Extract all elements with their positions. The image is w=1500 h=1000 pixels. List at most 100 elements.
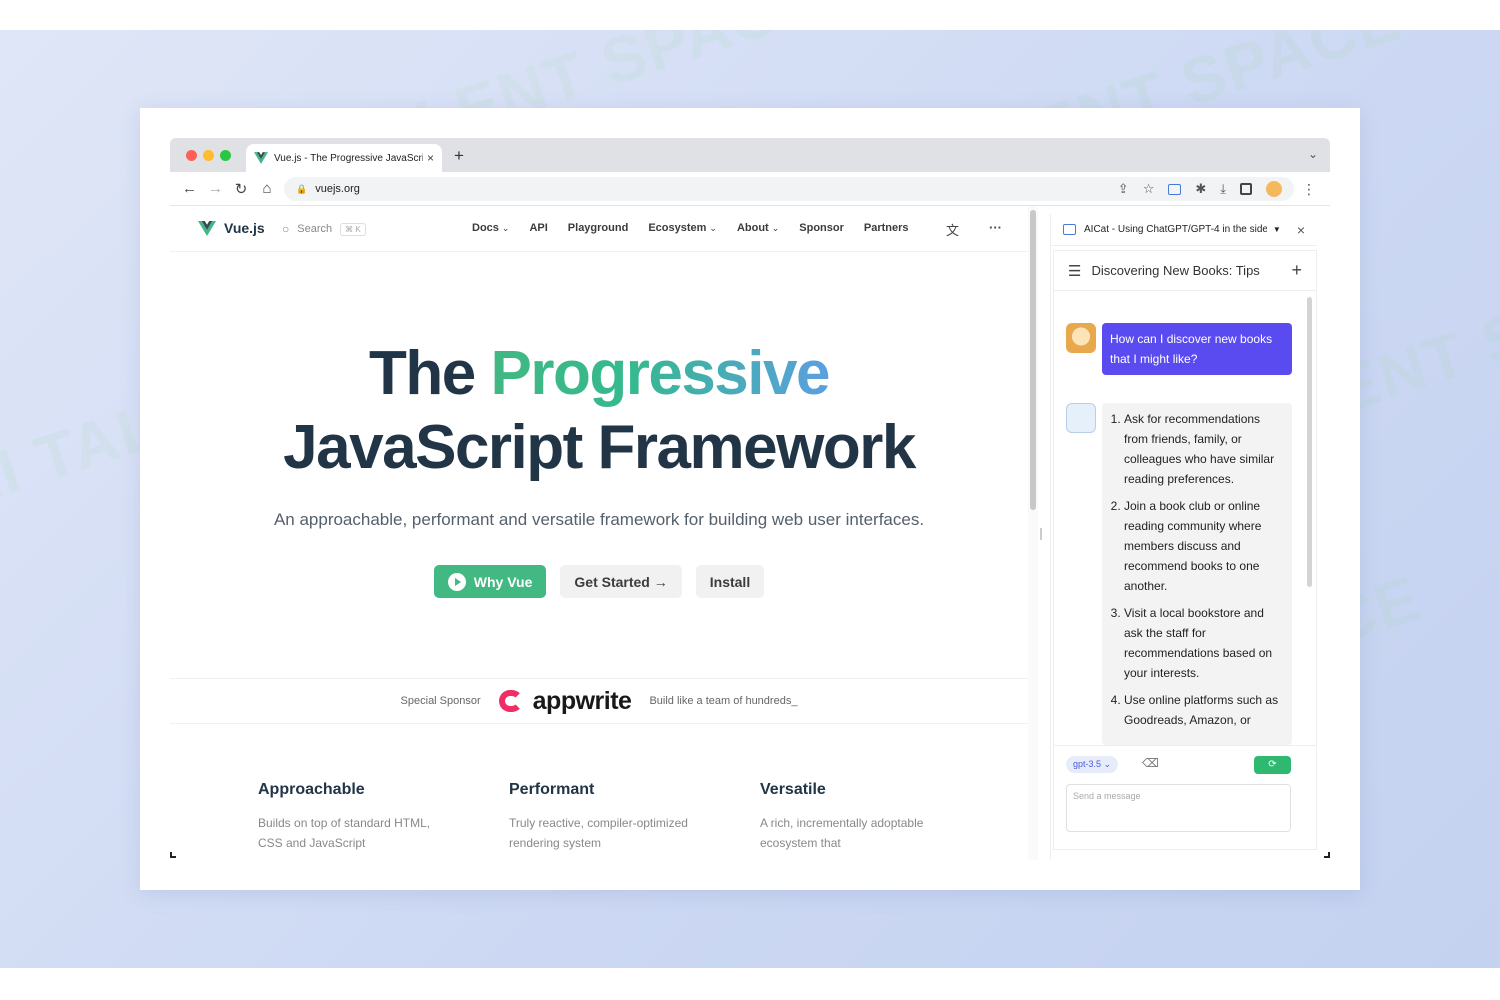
vue-navbar: Vue.js ○ Search ⌘ K Docs ⌄ API Playground… <box>170 206 1028 252</box>
brand-name: Vue.js <box>224 220 265 236</box>
side-panel: AICat - Using ChatGPT/GPT-4 in the sideb… <box>1050 214 1317 860</box>
nav-docs[interactable]: Docs ⌄ <box>472 222 509 234</box>
user-message: How can I discover new books that I migh… <box>1102 323 1292 375</box>
chat-scrollbar[interactable] <box>1307 297 1312 587</box>
star-icon[interactable]: ☆ <box>1143 181 1155 197</box>
feature-title: Performant <box>509 781 595 798</box>
feature-desc: A rich, incrementally adoptable ecosyste… <box>760 816 924 850</box>
scrollbar-thumb[interactable] <box>1030 210 1036 510</box>
search-icon: ○ <box>282 222 290 236</box>
caret-down-icon[interactable]: ▼ <box>1273 225 1281 234</box>
lock-icon[interactable]: 🔒 <box>296 184 307 195</box>
capture-corner-marker <box>1324 852 1330 858</box>
hero-tagline: An approachable, performant and versatil… <box>273 510 925 529</box>
nav-playground[interactable]: Playground <box>568 222 629 234</box>
share-icon[interactable]: ⇪ <box>1118 181 1129 197</box>
side-panel-selector[interactable]: AICat - Using ChatGPT/GPT-4 in the sideb… <box>1084 224 1267 235</box>
vue-nav-links: Docs ⌄ API Playground Ecosystem ⌄ About ⌄ S… <box>472 222 909 234</box>
tab-close-icon[interactable]: × <box>427 151 434 165</box>
aicat-extension-icon <box>1063 224 1076 235</box>
hero-highlight: Progressive <box>490 339 830 408</box>
hamburger-menu-icon[interactable]: ☰ <box>1068 262 1081 280</box>
maximize-window-button[interactable] <box>220 150 231 161</box>
chevron-down-icon: ⌄ <box>501 223 510 233</box>
model-selector[interactable]: gpt-3.5 ⌄ <box>1066 756 1119 773</box>
more-icon[interactable]: ··· <box>989 220 1002 239</box>
nav-ecosystem[interactable]: Ecosystem ⌄ <box>648 222 717 234</box>
vue-logo-icon <box>254 152 268 164</box>
menu-icon[interactable]: ⋮ <box>1302 181 1316 198</box>
translate-icon[interactable]: 文 <box>946 220 959 239</box>
nav-partners[interactable]: Partners <box>864 222 909 234</box>
get-started-button[interactable]: Get Started → <box>560 565 682 598</box>
nav-sponsor[interactable]: Sponsor <box>799 222 844 234</box>
url-text: vuejs.org <box>315 183 360 195</box>
search-shortcut: ⌘ K <box>340 222 366 236</box>
list-item: Join a book club or online reading commu… <box>1124 496 1284 596</box>
search-button[interactable]: ○ Search ⌘ K <box>282 222 366 236</box>
nav-about[interactable]: About ⌄ <box>737 222 779 234</box>
reload-icon[interactable]: ↻ <box>234 180 248 198</box>
home-icon[interactable]: ⌂ <box>260 180 274 197</box>
sidepanel-resize-handle[interactable] <box>1040 528 1042 540</box>
feature-performant: Performant Truly reactive, compiler-opti… <box>509 781 760 853</box>
puzzle-icon[interactable]: ✱ <box>1195 181 1206 197</box>
clean-icon[interactable]: ⌫ <box>1142 756 1159 770</box>
bot-message: Ask for recommendations from friends, fa… <box>1102 403 1292 745</box>
profile-icon[interactable] <box>1266 181 1282 197</box>
feature-title: Versatile <box>760 781 826 798</box>
play-icon <box>447 572 466 591</box>
sponsor-label: Special Sponsor <box>400 695 481 707</box>
nav-extras: 文 ··· <box>946 220 1002 239</box>
chat-panel: ☰ Discovering New Books: Tips + How can … <box>1053 250 1317 850</box>
list-item: Ask for recommendations from friends, fa… <box>1124 409 1284 489</box>
browser-window: Vue.js - The Progressive JavaScript Fram… <box>170 138 1330 860</box>
close-icon[interactable]: × <box>1297 222 1305 238</box>
search-label: Search <box>297 223 333 235</box>
special-sponsor: Special Sponsor appwrite Build like a te… <box>170 678 1028 724</box>
page-scrollbar[interactable] <box>1028 206 1038 860</box>
message-input[interactable]: Send a message <box>1066 784 1291 832</box>
close-window-button[interactable] <box>186 150 197 161</box>
tab-search-chevron-icon[interactable]: ⌄ <box>1308 147 1318 161</box>
chat-input-area: gpt-3.5 ⌄ ⌫ ⟳ Send a message <box>1054 745 1316 849</box>
appwrite-logo[interactable]: appwrite <box>498 687 632 716</box>
vue-homepage: Vue.js ○ Search ⌘ K Docs ⌄ API Playground… <box>170 206 1028 860</box>
appwrite-mark-icon <box>498 690 523 712</box>
sponsor-tagline: Build like a team of hundreds_ <box>649 695 798 707</box>
nav-api[interactable]: API <box>529 222 547 234</box>
tab-title: Vue.js - The Progressive JavaScript Fram… <box>274 152 423 164</box>
regenerate-button[interactable]: ⟳ <box>1254 756 1291 774</box>
download-icon[interactable]: ⤓ <box>1220 181 1226 197</box>
features: Approachable Builds on top of standard H… <box>258 781 1011 853</box>
sidepanel-icon[interactable] <box>1240 183 1252 195</box>
chat-header: ☰ Discovering New Books: Tips + <box>1054 251 1316 291</box>
hero-title-line2: JavaScript Framework <box>283 413 916 482</box>
new-chat-icon[interactable]: + <box>1291 260 1302 281</box>
vue-logo-icon <box>198 220 216 236</box>
chat-title: Discovering New Books: Tips <box>1091 263 1260 278</box>
list-item: Visit a local bookstore and ask the staf… <box>1124 603 1284 683</box>
feature-desc: Builds on top of standard HTML, CSS and … <box>258 816 431 850</box>
capture-corner-marker <box>170 852 176 858</box>
tab-vuejs[interactable]: Vue.js - The Progressive JavaScript Fram… <box>246 144 442 172</box>
feature-title: Approachable <box>258 781 365 798</box>
side-panel-header: AICat - Using ChatGPT/GPT-4 in the sideb… <box>1051 214 1317 246</box>
back-icon[interactable]: ← <box>182 180 197 197</box>
why-vue-button[interactable]: Why Vue <box>433 565 547 598</box>
new-tab-button[interactable]: + <box>454 146 464 166</box>
chevron-down-icon: ⌄ <box>709 223 717 233</box>
bot-avatar <box>1066 403 1096 433</box>
extension-icon[interactable] <box>1168 183 1182 195</box>
minimize-window-button[interactable] <box>203 150 214 161</box>
screenshot-card: Vue.js - The Progressive JavaScript Fram… <box>140 108 1360 890</box>
install-button[interactable]: Install <box>695 565 765 598</box>
forward-icon[interactable]: → <box>208 180 223 197</box>
feature-desc: Truly reactive, compiler-optimized rende… <box>509 816 688 850</box>
list-item: Use online platforms such as Goodreads, … <box>1124 690 1284 730</box>
browser-toolbar: ← → ↻ ⌂ 🔒 vuejs.org ⇪ ☆ ✱ ⤓ ⋮ <box>170 172 1330 206</box>
address-bar[interactable]: 🔒 vuejs.org ⇪ ☆ ✱ ⤓ <box>284 177 1294 201</box>
user-avatar <box>1066 323 1096 353</box>
vue-brand[interactable]: Vue.js <box>198 220 265 236</box>
feature-versatile: Versatile A rich, incrementally adoptabl… <box>760 781 1011 853</box>
